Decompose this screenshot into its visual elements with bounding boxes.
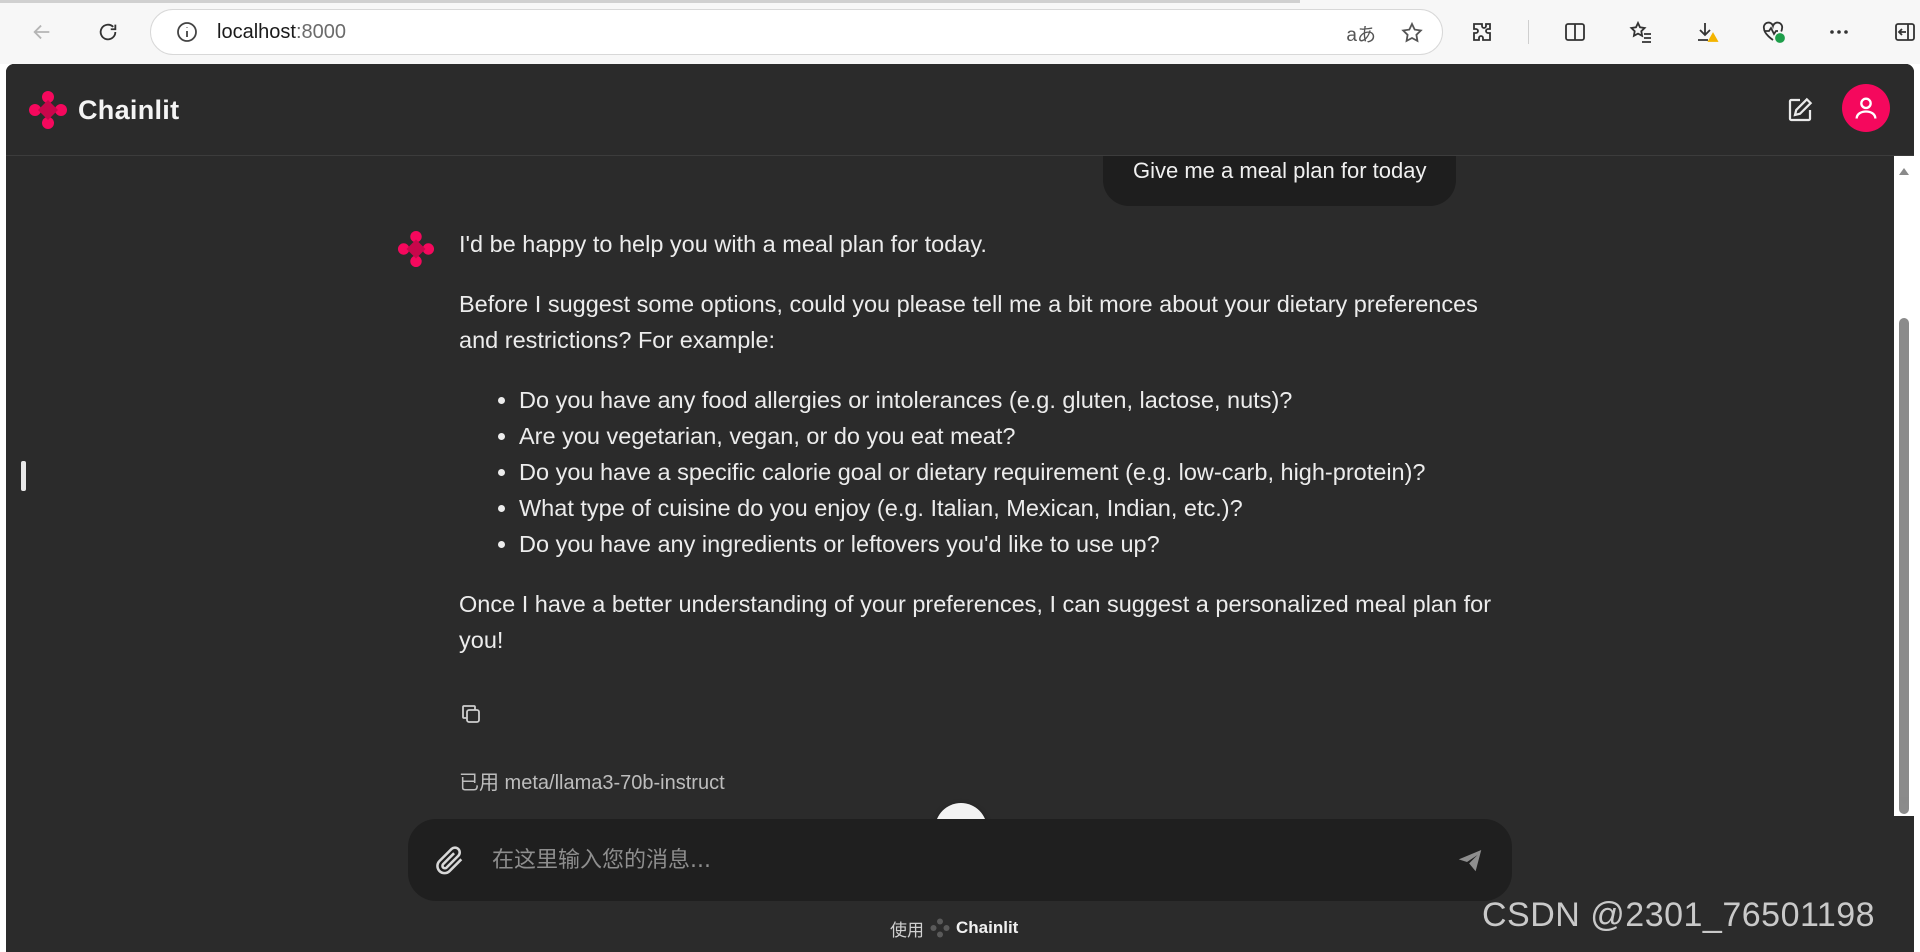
list-item: Do you have a specific calorie goal or d… bbox=[519, 454, 1509, 490]
browser-extensions bbox=[1462, 12, 1920, 52]
reload-icon bbox=[99, 23, 117, 41]
assistant-avatar-icon bbox=[397, 230, 435, 268]
list-item: Do you have any food allergies or intole… bbox=[519, 382, 1509, 418]
more-menu-button[interactable] bbox=[1819, 12, 1859, 52]
brand[interactable]: Chainlit bbox=[28, 88, 179, 132]
assistant-intro: I'd be happy to help you with a meal pla… bbox=[459, 231, 987, 257]
chainlit-app: Chainlit Give me a meal plan for today I… bbox=[6, 64, 1914, 952]
assistant-message: I'd be happy to help you with a meal pla… bbox=[459, 226, 1509, 682]
send-plane-icon bbox=[1458, 850, 1482, 872]
extensions-button[interactable] bbox=[1462, 12, 1502, 52]
sidebar-panel-icon bbox=[1895, 23, 1915, 41]
favorites-list-icon bbox=[1629, 20, 1651, 43]
edit-square-icon bbox=[1788, 97, 1813, 122]
user-avatar[interactable] bbox=[1842, 84, 1890, 132]
user-message: Give me a meal plan for today bbox=[1103, 156, 1457, 206]
heart-pulse-icon bbox=[1762, 21, 1785, 43]
list-item: What type of cuisine do you enjoy (e.g. … bbox=[519, 490, 1509, 526]
arrow-left-icon bbox=[33, 24, 50, 40]
tab-strip-edge bbox=[0, 0, 1300, 3]
info-icon[interactable] bbox=[175, 20, 199, 44]
assistant-question-list: Do you have any food allergies or intole… bbox=[459, 382, 1509, 562]
download-warning-icon bbox=[1698, 23, 1719, 42]
send-button[interactable] bbox=[1450, 840, 1490, 880]
scroll-down-arrow-icon[interactable] bbox=[1898, 796, 1910, 806]
user-message-text: Give me a meal plan for today bbox=[1133, 158, 1427, 183]
built-with-footer[interactable]: 使用 Chainlit bbox=[890, 914, 1018, 942]
puzzle-icon bbox=[1473, 23, 1491, 41]
toolbar-separator bbox=[1528, 20, 1529, 44]
browser-toolbar: localhost:8000 aあ bbox=[0, 0, 1920, 64]
star-icon[interactable] bbox=[1400, 21, 1424, 45]
assistant-question: Before I suggest some options, could you… bbox=[459, 291, 1478, 353]
url-host: localhost bbox=[217, 20, 296, 43]
scroll-thumb[interactable] bbox=[1899, 318, 1909, 814]
chainlit-mini-logo-icon bbox=[930, 918, 950, 938]
address-bar[interactable]: localhost:8000 aあ bbox=[150, 9, 1443, 55]
back-button[interactable] bbox=[22, 12, 62, 52]
footer-name: Chainlit bbox=[956, 918, 1019, 937]
sidebar-resize-handle[interactable] bbox=[21, 461, 26, 491]
url-text[interactable]: localhost:8000 bbox=[217, 21, 346, 44]
chainlit-logo-icon bbox=[29, 91, 67, 129]
downloads-button[interactable] bbox=[1687, 12, 1727, 52]
reload-button[interactable] bbox=[88, 12, 128, 52]
model-note: 已用 meta/llama3-70b-instruct bbox=[459, 772, 725, 794]
footer-prefix: 使用 bbox=[890, 920, 924, 940]
split-screen-icon bbox=[1565, 23, 1585, 41]
scroll-up-arrow-icon[interactable] bbox=[1898, 166, 1910, 176]
user-icon bbox=[1855, 97, 1877, 119]
chat-scrollbar[interactable] bbox=[1894, 156, 1914, 816]
read-aloud-icon[interactable]: aあ bbox=[1346, 20, 1376, 47]
more-dots-icon bbox=[1830, 30, 1848, 34]
split-screen-button[interactable] bbox=[1555, 12, 1595, 52]
message-composer bbox=[408, 819, 1512, 901]
browser-essentials-button[interactable] bbox=[1753, 12, 1793, 52]
brand-name: Chainlit bbox=[78, 94, 180, 125]
paperclip-icon bbox=[436, 846, 463, 875]
list-item: Are you vegetarian, vegan, or do you eat… bbox=[519, 418, 1509, 454]
chat-area[interactable]: Give me a meal plan for today I'd be hap… bbox=[6, 156, 1914, 816]
copy-button[interactable] bbox=[459, 702, 487, 730]
message-input[interactable] bbox=[490, 846, 1450, 874]
sidebar-toggle-button[interactable] bbox=[1885, 12, 1920, 52]
assistant-closing: Once I have a better understanding of yo… bbox=[459, 591, 1492, 653]
url-port: :8000 bbox=[295, 20, 346, 43]
copy-icon bbox=[462, 705, 480, 723]
watermark: CSDN @2301_76501198 bbox=[1482, 896, 1876, 934]
attach-file-button[interactable] bbox=[430, 840, 470, 880]
app-header: Chainlit bbox=[6, 64, 1914, 156]
favorites-button[interactable] bbox=[1621, 12, 1661, 52]
list-item: Do you have any ingredients or leftovers… bbox=[519, 526, 1509, 562]
new-chat-button[interactable] bbox=[1780, 90, 1820, 130]
